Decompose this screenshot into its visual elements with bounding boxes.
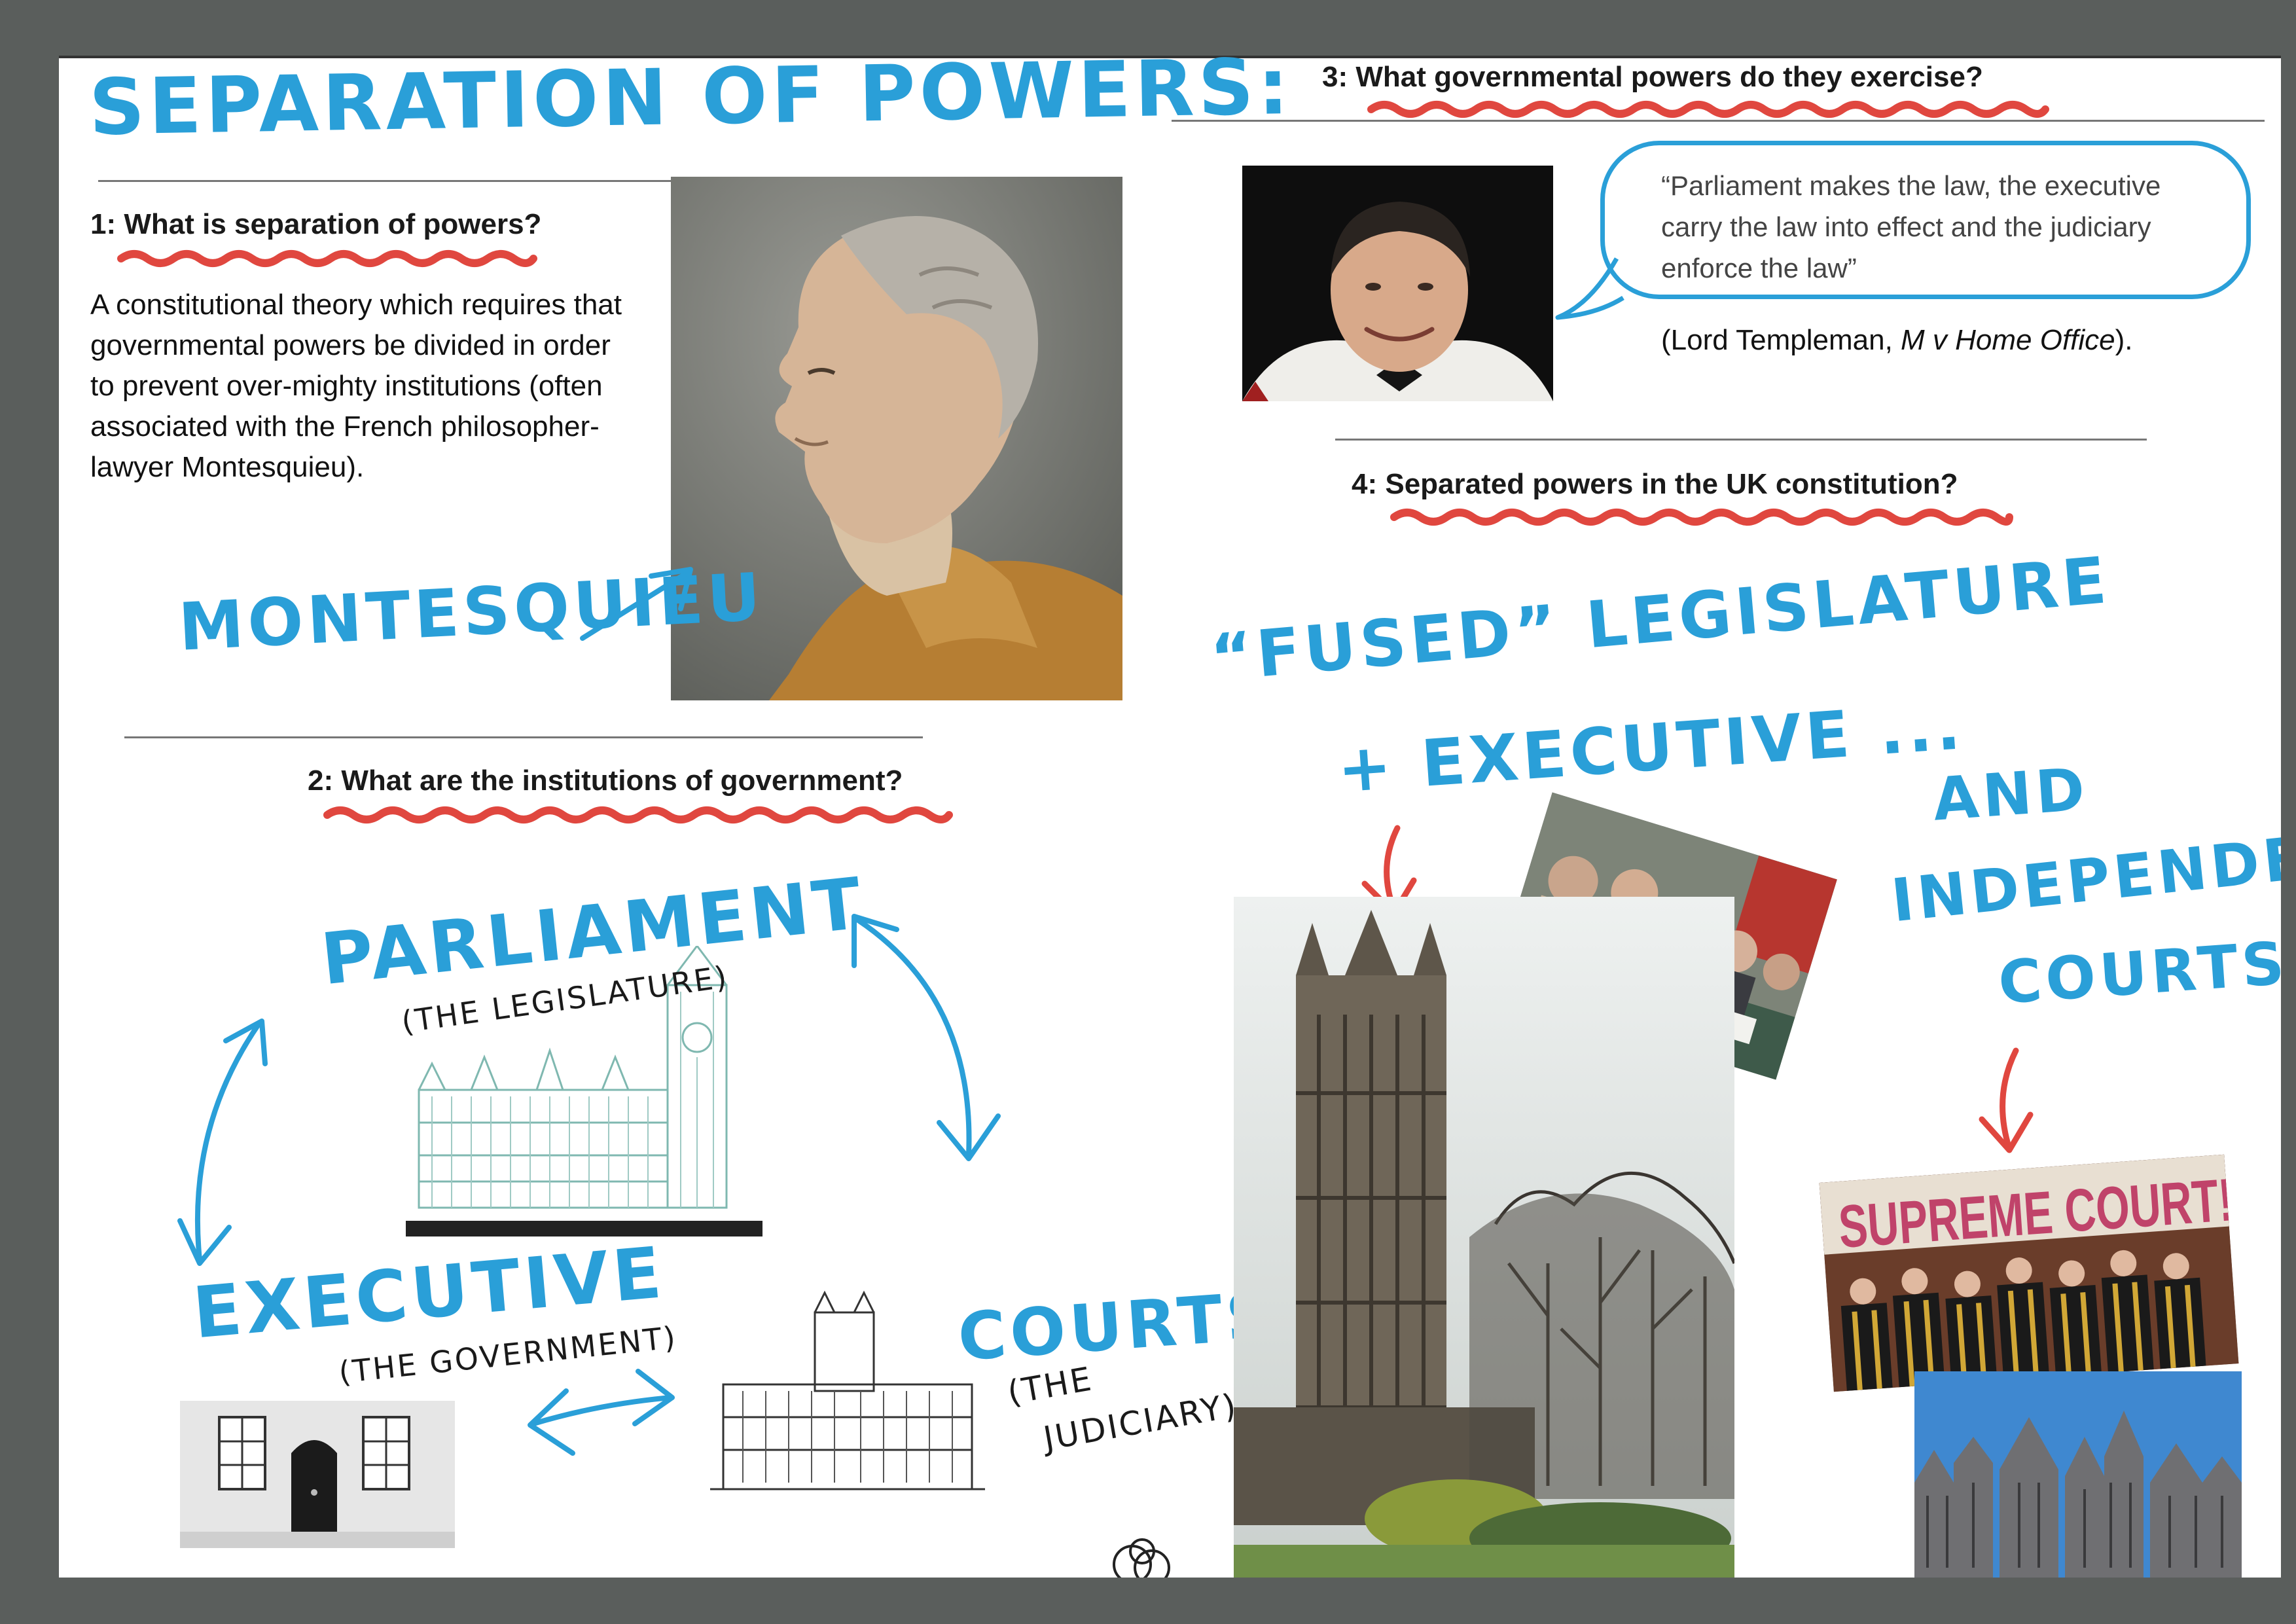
citation-suffix: ).: [2115, 324, 2133, 356]
scan-line: [98, 180, 694, 182]
q2-heading: 2: What are the institutions of governme…: [308, 765, 903, 797]
arrow-down-courts-icon: [1979, 1047, 2034, 1153]
arrow-to-portrait-icon: [580, 567, 693, 641]
courts-label: COURTS: [956, 1276, 1280, 1376]
executive-sketch: [180, 1401, 455, 1548]
q2-underline: [323, 806, 953, 823]
arrow-executive-courts-icon: [528, 1369, 675, 1456]
templeman-citation: (Lord Templeman, M v Home Office).: [1661, 324, 2133, 357]
q1-body: A constitutional theory which requires t…: [90, 289, 622, 483]
scan-line: [124, 736, 923, 738]
courts-sketch: [704, 1286, 992, 1509]
supreme-court-justices-photo: SUPREME COURT!: [1819, 1154, 2239, 1392]
scanned-sheet: SEPARATION OF POWERS: 1: What is separat…: [59, 56, 2281, 1578]
citation-case: M v Home Office: [1901, 324, 2115, 356]
templeman-quote: “Parliament makes the law, the executive…: [1661, 170, 2161, 283]
q4-underline: [1390, 509, 2013, 526]
fused-label-line1: “FUSED” LEGISLATURE: [1208, 543, 2113, 696]
page-title: SEPARATION OF POWERS:: [88, 56, 1293, 153]
q1-heading: 1: What is separation of powers?: [90, 208, 542, 240]
arrow-parliament-courts-icon: [852, 914, 1001, 1161]
q3-underline: [1367, 101, 2049, 118]
stock-watermark: alamy: [411, 1223, 439, 1235]
royal-courts-photo: [1914, 1371, 2242, 1578]
q4-heading: 4: Separated powers in the UK constituti…: [1352, 468, 1958, 500]
arrow-parliament-executive-icon: [177, 1019, 268, 1266]
citation-prefix: (Lord Templeman,: [1661, 324, 1901, 356]
q1-underline: [117, 250, 537, 267]
fused-label-line2: + EXECUTIVE ...: [1335, 689, 1967, 808]
independent-label-line1: AND: [1931, 755, 2091, 835]
scan-line: [1335, 439, 2147, 441]
independent-label-line3: COURTS: [1996, 929, 2281, 1018]
q3-heading: 3: What governmental powers do they exer…: [1322, 61, 1983, 93]
westminster-photo: [1234, 897, 1734, 1578]
lord-templeman-photo: [1242, 166, 1553, 401]
doodle-icon: [1113, 1538, 1170, 1578]
